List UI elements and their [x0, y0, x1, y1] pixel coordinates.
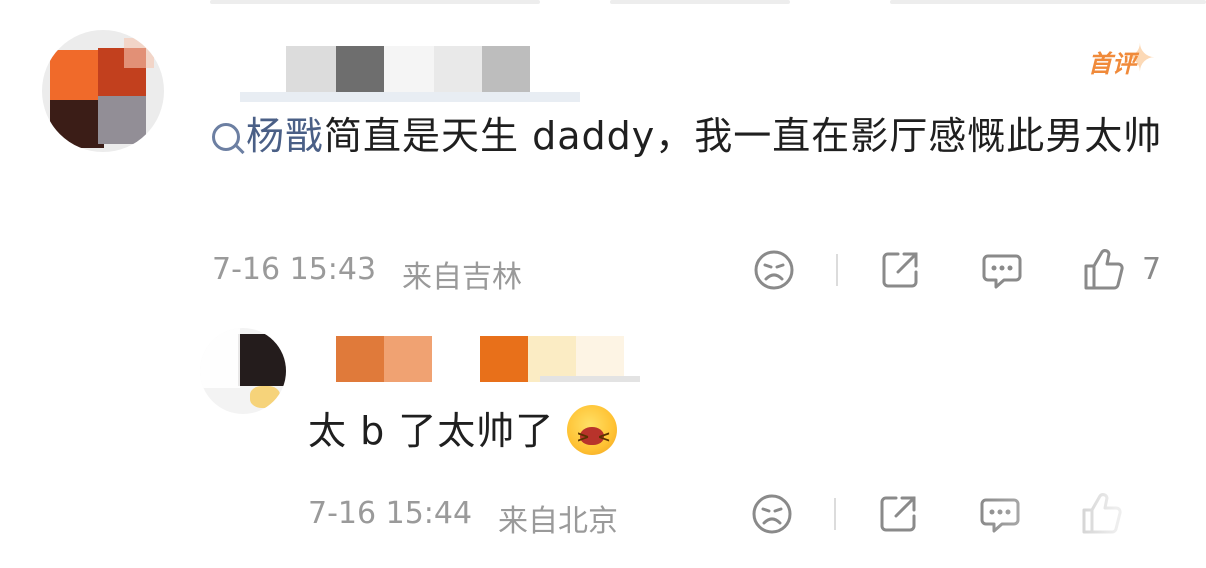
username[interactable] — [240, 46, 580, 104]
share-icon[interactable] — [878, 248, 922, 292]
reply-body: 太 b 了太帅了 — [308, 409, 555, 453]
comment-location: 来自吉林 — [402, 260, 522, 295]
avatar[interactable] — [42, 30, 164, 152]
crying-face-emoji — [567, 404, 618, 466]
comment-body: 简直是天生 daddy，我一直在影厅感慨此男太帅 — [324, 114, 1163, 158]
separator — [836, 254, 838, 286]
reply-text: 太 b 了太帅了 — [308, 402, 618, 466]
top-divider — [210, 0, 1206, 4]
reply-avatar[interactable] — [200, 328, 286, 414]
sad-face-icon[interactable] — [752, 248, 796, 292]
search-icon — [212, 123, 240, 151]
reply-location: 来自北京 — [498, 504, 618, 539]
comment-icon[interactable] — [980, 248, 1024, 292]
first-comment-badge: ✦ 首评 — [1084, 36, 1164, 80]
comment-date: 7-16 15:43 — [212, 252, 377, 287]
share-icon[interactable] — [876, 492, 920, 536]
sad-face-icon[interactable] — [750, 492, 794, 536]
comment-text: 杨戬简直是天生 daddy，我一直在影厅感慨此男太帅 — [212, 104, 1172, 168]
badge-label: 首评 — [1088, 51, 1136, 78]
like-count: 7 — [1142, 252, 1162, 287]
separator — [834, 498, 836, 530]
bottom-fade-overlay — [980, 488, 1206, 568]
reply-username[interactable] — [290, 336, 640, 386]
topic-label: 杨戬 — [246, 114, 325, 158]
topic-link[interactable]: 杨戬 — [212, 114, 324, 158]
thumbs-up-icon[interactable] — [1082, 246, 1126, 292]
reply-date: 7-16 15:44 — [308, 496, 473, 531]
